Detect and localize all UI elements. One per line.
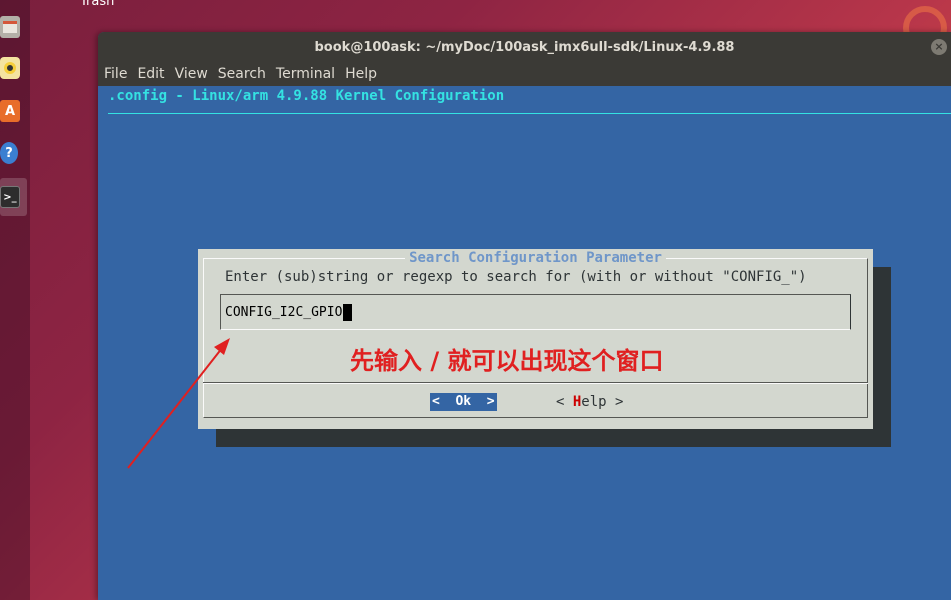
menu-edit[interactable]: Edit (137, 66, 164, 82)
help-icon[interactable]: ? (0, 142, 18, 164)
dialog-title: Search Configuration Parameter (198, 249, 873, 267)
button-divider (203, 383, 868, 384)
header-divider (108, 113, 951, 114)
terminal-area[interactable]: .config - Linux/arm 4.9.88 Kernel Config… (98, 86, 951, 600)
search-prompt: Enter (sub)string or regexp to search fo… (225, 269, 807, 285)
help-button-rest: elp > (581, 394, 624, 410)
files-icon[interactable] (0, 16, 20, 38)
ok-button[interactable]: < Ok > (430, 393, 497, 411)
software-icon[interactable]: A (0, 100, 20, 122)
rhythmbox-icon[interactable] (0, 57, 20, 79)
annotation-text: 先输入 / 就可以出现这个窗口 (350, 347, 664, 375)
launcher-dock: A ? >_ (0, 0, 30, 600)
dialog-title-text: Search Configuration Parameter (405, 250, 666, 266)
trash-label: Trash (80, 0, 115, 9)
terminal-icon[interactable]: >_ (0, 186, 20, 208)
text-cursor (343, 303, 353, 321)
help-button-prefix: < (556, 394, 573, 410)
search-input[interactable]: CONFIG_I2C_GPIO (220, 294, 851, 330)
title-bar[interactable]: book@100ask: ~/myDoc/100ask_imx6ull-sdk/… (98, 32, 951, 62)
search-input-value: CONFIG_I2C_GPIO (225, 304, 343, 320)
window-title: book@100ask: ~/myDoc/100ask_imx6ull-sdk/… (314, 39, 735, 55)
search-dialog: Search Configuration Parameter Enter (su… (198, 249, 873, 429)
menu-search[interactable]: Search (218, 66, 266, 82)
menu-view[interactable]: View (175, 66, 208, 82)
menu-bar: File Edit View Search Terminal Help (98, 62, 951, 86)
close-icon[interactable]: × (931, 39, 947, 55)
help-button[interactable]: < Help > (556, 393, 623, 411)
terminal-window: book@100ask: ~/myDoc/100ask_imx6ull-sdk/… (98, 32, 951, 600)
menu-file[interactable]: File (104, 66, 127, 82)
menuconfig-header: .config - Linux/arm 4.9.88 Kernel Config… (108, 88, 505, 104)
menu-terminal[interactable]: Terminal (276, 66, 335, 82)
menu-help[interactable]: Help (345, 66, 377, 82)
